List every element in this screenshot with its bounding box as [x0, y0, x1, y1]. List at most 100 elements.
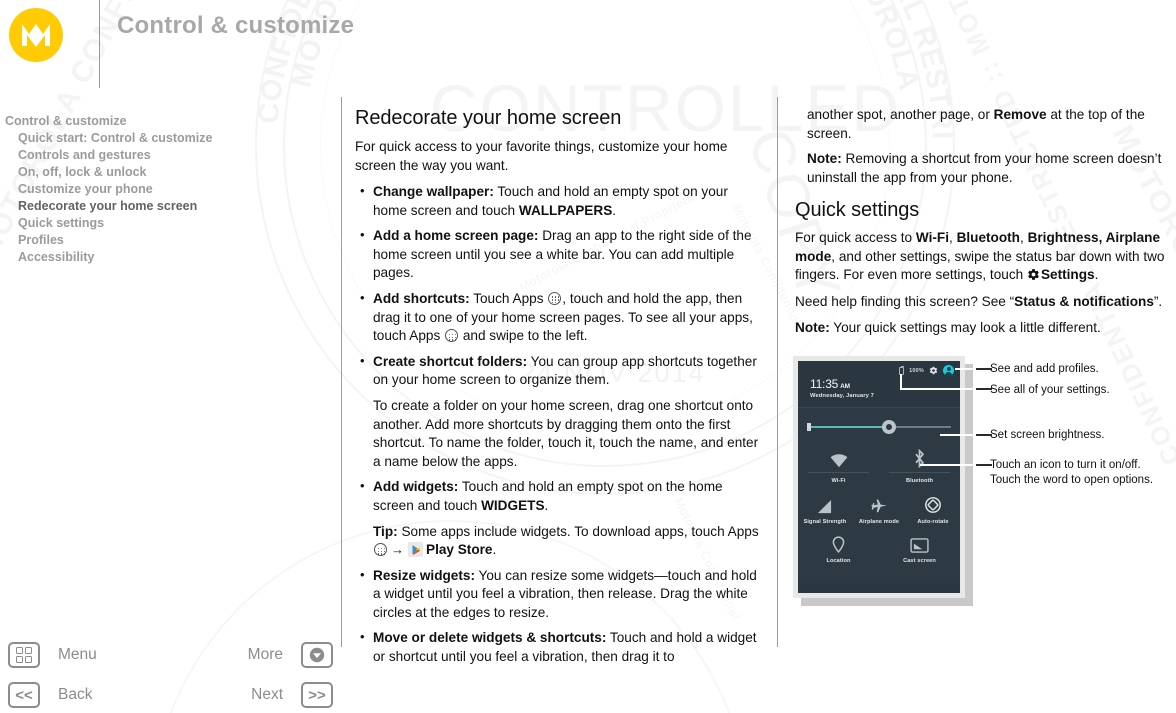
- qs-bold-settings: Settings: [1040, 267, 1095, 283]
- annotation-touch-icon: Touch an icon to turn it on/off.: [990, 459, 1141, 471]
- gear-icon[interactable]: [929, 366, 938, 375]
- cast-screen-icon[interactable]: [879, 531, 960, 553]
- bullet-add-shortcuts: Add shortcuts: Touch Apps , touch and ho…: [355, 289, 765, 346]
- clock-date: Wednesday, January 7: [810, 393, 874, 399]
- toc-item-customize-phone[interactable]: Customize your phone: [5, 181, 325, 198]
- nav-row-menu-more: Menu More: [8, 642, 333, 674]
- page-title: Control & customize: [117, 12, 355, 39]
- toc-item-control-customize[interactable]: Control & customize: [5, 113, 325, 130]
- note-term: Note:: [795, 320, 830, 336]
- bullet-term: Add shortcuts:: [373, 290, 470, 306]
- annotation-touch-word: Touch the word to open options.: [990, 474, 1154, 486]
- tip-term: Tip:: [373, 523, 398, 539]
- annotation-brightness: Set screen brightness.: [990, 429, 1105, 441]
- tile-auto-rotate[interactable]: Auto-rotate: [906, 492, 960, 525]
- bullet-change-wallpaper: Change wallpaper: Touch and hold an empt…: [355, 182, 765, 220]
- bullet-list-2: Add widgets: Touch and hold an empty spo…: [355, 477, 765, 515]
- tile-airplane-mode[interactable]: Airplane mode: [852, 492, 906, 525]
- nav-back-label[interactable]: Back: [58, 686, 92, 704]
- bullet-text-tail: .: [612, 202, 617, 218]
- quick-settings-panel: Wi-Fi Bluetooth Signal Strength Airplane…: [798, 408, 960, 583]
- continuation-paragraph: another spot, another page, or Remove at…: [795, 106, 1175, 143]
- nav-row-back-next: << Back Next >>: [8, 682, 333, 713]
- bullet-bold: WIDGETS: [481, 497, 545, 513]
- note-paragraph-1: Note: Removing a shortcut from your home…: [795, 150, 1175, 187]
- qs-text-3: ,: [1020, 230, 1028, 246]
- double-chevron-left-icon[interactable]: <<: [8, 682, 40, 708]
- bullet-move-delete-widgets: Move or delete widgets & shortcuts: Touc…: [355, 628, 765, 666]
- tile-label[interactable]: Location: [798, 558, 879, 564]
- note-text: Removing a shortcut from your home scree…: [807, 151, 1162, 185]
- auto-rotate-icon[interactable]: [906, 492, 960, 514]
- help-link-status-notifications[interactable]: Status & notifications: [1014, 294, 1154, 309]
- toc-item-quick-settings[interactable]: Quick settings: [5, 215, 325, 232]
- grid-glyph: [15, 646, 33, 664]
- grid-menu-icon[interactable]: [8, 642, 40, 668]
- toc-item-profiles[interactable]: Profiles: [5, 232, 325, 249]
- tile-row-2: Signal Strength Airplane mode Auto-rotat…: [798, 492, 960, 525]
- tile-underline: [889, 472, 950, 473]
- column-divider-2: [777, 97, 778, 647]
- qs-bold-wifi: Wi-Fi: [915, 230, 949, 246]
- gear-icon: [1027, 268, 1040, 281]
- tile-label[interactable]: Auto-rotate: [906, 519, 960, 525]
- tile-signal-strength[interactable]: Signal Strength: [798, 492, 852, 525]
- tip-text: Some apps include widgets. To download a…: [397, 523, 759, 539]
- tile-label[interactable]: Cast screen: [879, 558, 960, 564]
- nav-next-label[interactable]: Next: [251, 686, 283, 704]
- nav-more-group[interactable]: More: [248, 642, 333, 668]
- tile-wifi[interactable]: Wi-Fi: [798, 446, 879, 484]
- signal-strength-icon[interactable]: [798, 492, 852, 514]
- section-heading-redecorate: Redecorate your home screen: [355, 107, 622, 129]
- tile-location[interactable]: Location: [798, 531, 879, 564]
- svg-text:MOTOROLA CONFIDENTIAL RESTRICT: MOTOROLA CONFIDENTIAL RESTRICTED :: MOTO…: [286, 0, 925, 94]
- toc-item-controls-gestures[interactable]: Controls and gestures: [5, 147, 325, 164]
- double-chevron-right-icon[interactable]: >>: [301, 682, 333, 708]
- note-paragraph-2: Note: Your quick settings may look a lit…: [795, 319, 1175, 338]
- chevron-down-icon[interactable]: [301, 642, 333, 668]
- need-help-paragraph: Need help finding this screen? See “Stat…: [795, 293, 1175, 312]
- annotation-profiles: See and add profiles.: [990, 363, 1099, 375]
- nav-next-group[interactable]: Next >>: [251, 682, 333, 708]
- tile-label[interactable]: Wi-Fi: [798, 478, 879, 484]
- header-divider: [99, 0, 100, 88]
- tile-underline: [808, 472, 869, 473]
- tile-label[interactable]: Signal Strength: [798, 519, 852, 525]
- tip-paragraph: Tip: Some apps include widgets. To downl…: [355, 523, 765, 560]
- qs-text-4: , and other settings, swipe the status b…: [795, 248, 1165, 283]
- continuation-bold: Remove: [993, 107, 1047, 122]
- airplane-icon[interactable]: [852, 492, 906, 514]
- slider-knob[interactable]: [881, 420, 896, 434]
- section-heading-quick-settings: Quick settings: [795, 199, 920, 222]
- help-text-1: Need help finding this screen? See “: [795, 293, 1015, 309]
- toc-item-redecorate-home-screen[interactable]: Redecorate your home screen: [5, 198, 325, 215]
- wifi-icon[interactable]: [798, 446, 879, 468]
- note-term: Note:: [807, 151, 842, 167]
- bullet-add-home-screen-page: Add a home screen page: Drag an app to t…: [355, 226, 765, 283]
- quick-settings-paragraph: For quick access to Wi-Fi, Bluetooth, Br…: [795, 229, 1175, 285]
- tile-cast-screen[interactable]: Cast screen: [879, 531, 960, 564]
- nav-more-label[interactable]: More: [248, 646, 283, 664]
- bullet-list-1: Change wallpaper: Touch and hold an empt…: [355, 182, 765, 390]
- quick-settings-figure: 100% 11:35 AM Wednesday, January 7 Wi-Fi…: [793, 356, 973, 606]
- profile-avatar-icon[interactable]: [943, 365, 954, 376]
- toc-item-quick-start[interactable]: Quick start: Control & customize: [5, 130, 325, 147]
- tile-label[interactable]: Airplane mode: [852, 519, 906, 525]
- help-text-2: ”.: [1153, 293, 1163, 309]
- nav-menu-label[interactable]: Menu: [58, 646, 97, 664]
- apps-icon: [374, 543, 387, 557]
- location-icon[interactable]: [798, 531, 879, 553]
- nav-menu-group[interactable]: Menu: [8, 642, 97, 668]
- toc-item-accessibility[interactable]: Accessibility: [5, 249, 325, 266]
- qs-text-1: For quick access to: [795, 230, 916, 246]
- toc-item-on-off-lock-unlock[interactable]: On, off, lock & unlock: [5, 164, 325, 181]
- tile-label[interactable]: Bluetooth: [879, 478, 960, 484]
- bullet-term: Change wallpaper:: [373, 184, 494, 199]
- table-of-contents: Control & customize Quick start: Control…: [5, 113, 325, 266]
- middle-column: Redecorate your home screen For quick ac…: [355, 106, 765, 674]
- brightness-slider[interactable]: [807, 419, 951, 435]
- nav-back-group[interactable]: << Back: [8, 682, 92, 708]
- slider-fill: [807, 426, 888, 428]
- status-bar: 100%: [798, 361, 960, 376]
- leader-line-4-inner: [920, 464, 983, 466]
